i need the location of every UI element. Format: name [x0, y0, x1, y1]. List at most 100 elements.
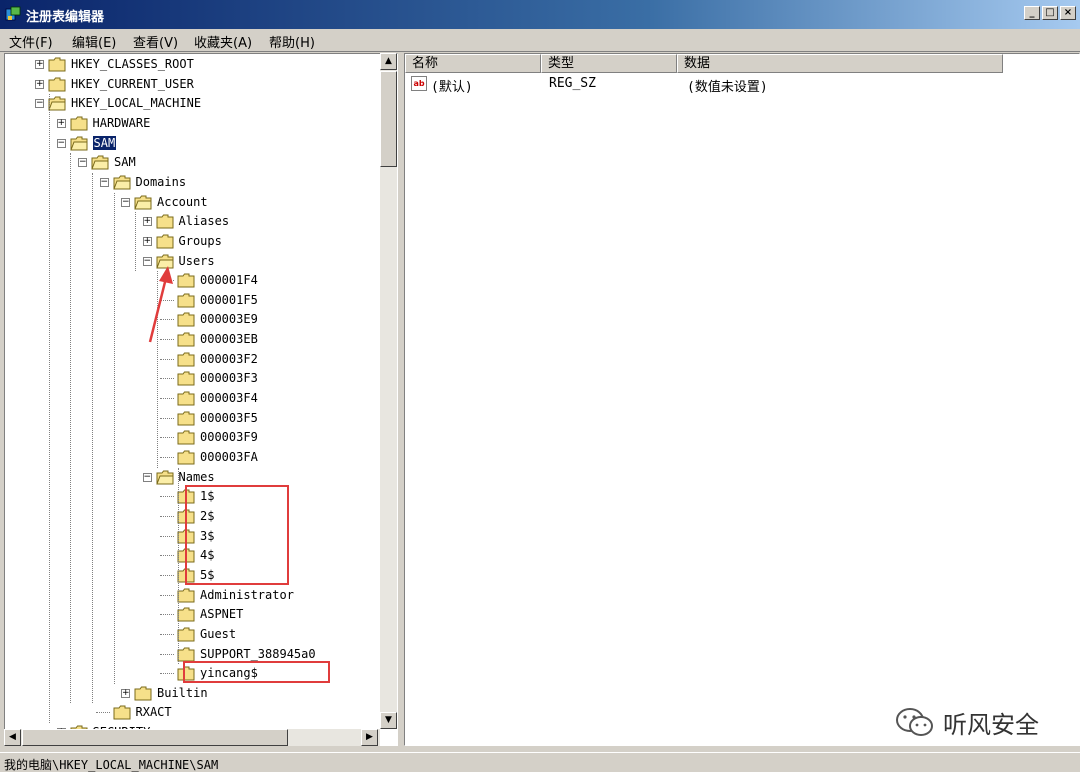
tree-node[interactable]: 000003E9 — [5, 310, 385, 329]
tree-node[interactable]: − Domains — [5, 173, 385, 192]
regedit-icon — [5, 6, 21, 21]
scroll-right-button[interactable]: ▶ — [361, 729, 378, 746]
folder-icon — [177, 607, 195, 622]
title-bar: 注册表编辑器 _ □ × — [0, 0, 1080, 29]
menu-file[interactable]: 文件(F) — [9, 32, 53, 51]
tree-vertical-scrollbar[interactable]: ▲ ▼ — [380, 53, 397, 729]
close-button[interactable]: × — [1060, 6, 1076, 20]
tree-horizontal-scrollbar[interactable]: ◀ ▶ — [4, 729, 380, 746]
collapse-icon[interactable]: − — [121, 197, 130, 207]
values-list-pane[interactable]: 名称 类型 数据 ab (默认) REG_SZ (数值未设置) — [404, 53, 1080, 746]
status-path: 我的电脑\HKEY_LOCAL_MACHINE\SAM — [4, 758, 219, 772]
tree-node[interactable]: 000003F3 — [5, 369, 385, 388]
tree-node-label: 000003F5 — [200, 410, 258, 425]
menu-bar: 文件(F) 编辑(E) 查看(V) 收藏夹(A) 帮助(H) — [0, 29, 1080, 52]
expand-icon[interactable]: + — [142, 217, 152, 227]
tree-node[interactable]: − SAM — [5, 134, 385, 153]
tree-node-label: Account — [157, 194, 208, 209]
tree-node[interactable]: − SAM — [5, 153, 385, 172]
tree-connector — [160, 555, 174, 557]
folder-icon — [156, 214, 174, 229]
tree-node[interactable]: + Aliases — [5, 212, 385, 231]
tree-node[interactable]: − Users — [5, 252, 385, 271]
tree-guide-line — [114, 192, 115, 684]
tree-node[interactable]: 000003EB — [5, 330, 385, 349]
tree-node[interactable]: 000001F5 — [5, 291, 385, 310]
tree-node-label: HKEY_LOCAL_MACHINE — [71, 96, 202, 111]
expand-icon[interactable]: + — [142, 236, 152, 246]
collapse-icon[interactable]: − — [56, 138, 66, 148]
tree-node-label: 000003F4 — [200, 391, 258, 406]
yincang-highlight-box — [183, 661, 330, 683]
h-scroll-thumb[interactable] — [22, 729, 288, 746]
scroll-left-button[interactable]: ◀ — [4, 729, 21, 746]
tree-node-label: Guest — [200, 626, 237, 641]
folder-icon — [177, 450, 195, 465]
tree-connector — [160, 515, 174, 517]
tree-node-label: 000003E9 — [200, 312, 258, 327]
expand-icon[interactable]: + — [35, 60, 44, 69]
menu-edit[interactable]: 编辑(E) — [72, 32, 116, 51]
tree-node[interactable]: + HARDWARE — [5, 114, 385, 133]
tree-node[interactable]: + HKEY_CLASSES_ROOT — [5, 55, 385, 74]
tree-node[interactable]: − Account — [5, 193, 385, 212]
tree-node[interactable]: 000003F2 — [5, 350, 385, 369]
tree-guide-line — [135, 212, 136, 272]
tree-connector — [160, 673, 174, 675]
collapse-icon[interactable]: − — [35, 99, 44, 109]
scroll-up-button[interactable]: ▲ — [380, 53, 397, 70]
tree-node[interactable]: Guest — [5, 625, 385, 644]
column-name-header[interactable]: 名称 — [405, 54, 541, 73]
folder-icon — [156, 234, 174, 249]
folder-icon — [177, 411, 195, 426]
column-data-header[interactable]: 数据 — [677, 54, 1003, 73]
tree-node[interactable]: ASPNET — [5, 605, 385, 624]
tree-node[interactable]: 000003FA — [5, 448, 385, 467]
status-bar: 我的电脑\HKEY_LOCAL_MACHINE\SAM — [0, 752, 1080, 772]
expand-icon[interactable]: + — [56, 118, 66, 128]
maximize-button[interactable]: □ — [1042, 6, 1058, 20]
wechat-icon — [896, 708, 933, 736]
expand-icon[interactable]: + — [35, 79, 44, 89]
open-folder-icon — [155, 470, 174, 485]
tree-node-label: RXACT — [135, 705, 172, 720]
tree-node[interactable]: + Groups — [5, 232, 385, 251]
registry-tree-pane[interactable]: + HKEY_CLASSES_ROOT + HKEY_CURRENT_USER − HKE… — [4, 53, 398, 746]
tree-node[interactable]: 000001F4 — [5, 271, 385, 290]
folder-icon — [48, 57, 66, 72]
tree-node-label: SUPPORT_388945a0 — [200, 646, 316, 661]
tree-node[interactable]: − Names — [5, 468, 385, 487]
expand-icon[interactable]: + — [121, 688, 130, 698]
tree-node-label: Groups — [178, 233, 222, 248]
tree-node[interactable]: 000003F4 — [5, 389, 385, 408]
tree-connector — [95, 712, 110, 714]
collapse-icon[interactable]: − — [99, 177, 109, 187]
tree-node[interactable]: + Builtin — [5, 684, 385, 703]
value-type: REG_SZ — [549, 76, 596, 91]
tree-node[interactable]: RXACT — [5, 703, 385, 722]
tree-node-label: HKEY_CLASSES_ROOT — [71, 57, 194, 71]
tree-guide-line — [178, 467, 179, 665]
scroll-thumb[interactable] — [380, 71, 397, 167]
value-row[interactable]: ab (默认) REG_SZ (数值未设置) — [411, 75, 911, 95]
tree-node-label: ASPNET — [200, 607, 244, 622]
folder-icon — [177, 352, 195, 367]
tree-node[interactable]: − HKEY_LOCAL_MACHINE — [5, 94, 385, 113]
tree-connector — [160, 614, 174, 616]
minimize-button[interactable]: _ — [1024, 6, 1040, 20]
menu-help[interactable]: 帮助(H) — [269, 32, 315, 51]
scroll-down-button[interactable]: ▼ — [380, 712, 397, 729]
collapse-icon[interactable]: − — [78, 158, 87, 168]
tree-node[interactable]: Administrator — [5, 586, 385, 605]
tree-node[interactable]: 000003F9 — [5, 428, 385, 447]
menu-favorites[interactable]: 收藏夹(A) — [194, 32, 252, 51]
collapse-icon[interactable]: − — [142, 472, 152, 482]
tree-guide-line — [70, 153, 71, 704]
tree-guide-line — [92, 172, 93, 704]
tree-node[interactable]: 000003F5 — [5, 409, 385, 428]
menu-view[interactable]: 查看(V) — [133, 32, 178, 51]
column-type-header[interactable]: 类型 — [541, 54, 677, 73]
tree-connector — [160, 437, 174, 439]
tree-node[interactable]: + HKEY_CURRENT_USER — [5, 75, 385, 94]
tree-node-label: 000001F5 — [200, 292, 258, 307]
